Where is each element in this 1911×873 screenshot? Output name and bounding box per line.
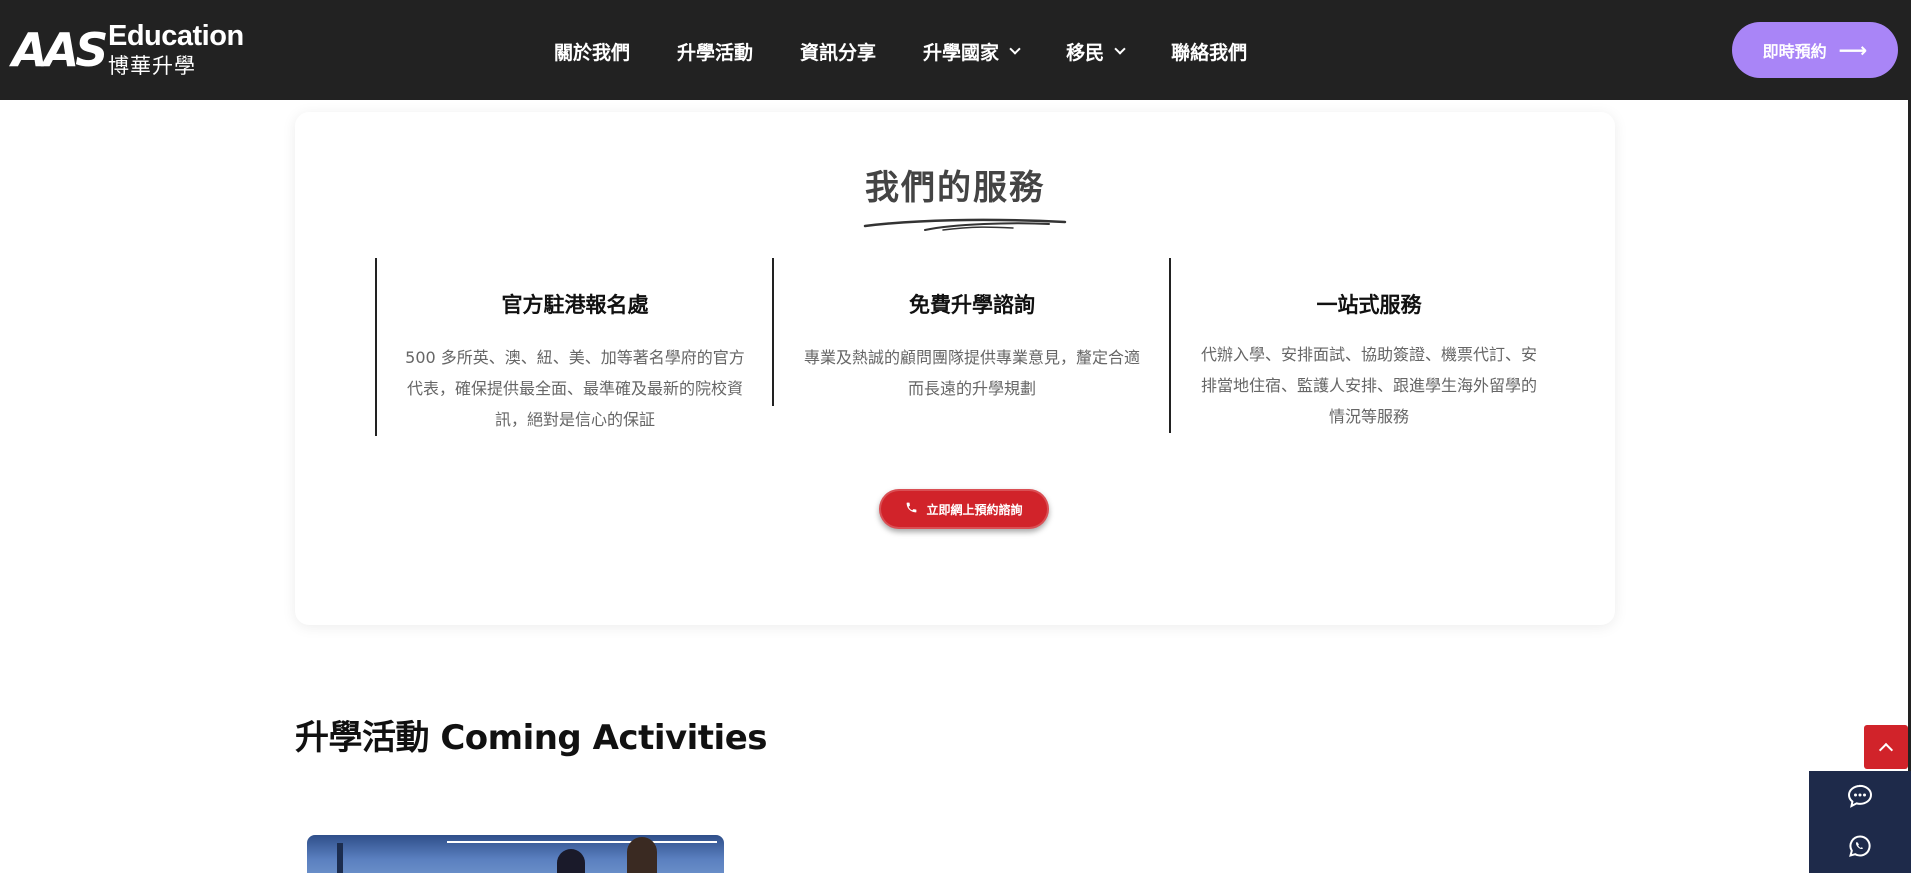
book-consultation-button[interactable]: 立即網上預約諮詢 bbox=[879, 489, 1049, 529]
arrow-right-icon: ⟶ bbox=[1838, 38, 1868, 62]
whatsapp-icon bbox=[1849, 835, 1871, 857]
service-text: 專業及熱誠的顧問團隊提供專業意見，釐定合適 而長遠的升學規劃 bbox=[792, 342, 1152, 404]
nav-item-activities[interactable]: 升學活動 bbox=[677, 38, 753, 65]
service-text-line: 代表，確保提供最全面、最準確及最新的院校資 bbox=[406, 379, 743, 398]
chat-bubble-icon bbox=[1847, 784, 1873, 808]
logo-brand: Education bbox=[108, 20, 244, 52]
service-title: 免費升學諮詢 bbox=[909, 293, 1035, 317]
main-nav: 關於我們 升學活動 資訊分享 升學國家 移民 聯絡我們 bbox=[554, 36, 1294, 66]
service-title: 官方駐港報名處 bbox=[501, 293, 649, 317]
chevron-up-icon bbox=[1878, 742, 1894, 757]
nav-item-info[interactable]: 資訊分享 bbox=[800, 38, 876, 65]
nav-item-contact[interactable]: 聯絡我們 bbox=[1171, 38, 1247, 65]
nav-item-label: 關於我們 bbox=[554, 41, 631, 64]
nav-item-about[interactable]: 關於我們 bbox=[554, 38, 630, 65]
column-divider bbox=[375, 258, 377, 436]
column-divider bbox=[1169, 258, 1171, 433]
book-consultation-label: 立即網上預約諮詢 bbox=[926, 502, 1023, 517]
service-text: 500 多所英、澳、紐、美、加等著名學府的官方 代表，確保提供最全面、最準確及最… bbox=[395, 342, 755, 435]
book-now-label: 即時預約 bbox=[1762, 42, 1827, 61]
service-title: 一站式服務 bbox=[1316, 293, 1422, 317]
image-tower-shape bbox=[337, 843, 343, 873]
scroll-to-top-button[interactable] bbox=[1864, 725, 1908, 769]
site-logo[interactable]: AAS Education 博華升學 bbox=[12, 20, 244, 80]
title-underline-swash bbox=[863, 218, 1067, 231]
service-text-line: 而長遠的升學規劃 bbox=[907, 379, 1036, 398]
services-title: 我們的服務 bbox=[865, 168, 1045, 208]
logo-brand-zh: 博華升學 bbox=[108, 54, 196, 78]
activities-heading: 升學活動 Coming Activities bbox=[295, 718, 768, 758]
image-person-shape bbox=[627, 837, 657, 873]
book-now-button[interactable]: 即時預約 ⟶ bbox=[1732, 22, 1898, 78]
image-person-shape bbox=[557, 849, 585, 873]
service-text-line: 訊，絕對是信心的保証 bbox=[494, 410, 655, 429]
service-text-line: 排當地住宿、監護人安排、跟進學生海外留學的 bbox=[1200, 376, 1537, 395]
chevron-down-icon bbox=[1009, 42, 1021, 55]
nav-item-immigration[interactable]: 移民 bbox=[1066, 38, 1126, 65]
nav-item-label: 升學國家 bbox=[923, 41, 1000, 64]
contact-widget-panel bbox=[1809, 771, 1911, 873]
nav-item-label: 聯絡我們 bbox=[1171, 41, 1248, 64]
column-divider bbox=[772, 258, 774, 406]
phone-icon bbox=[905, 501, 918, 518]
nav-item-countries[interactable]: 升學國家 bbox=[923, 38, 1021, 65]
chat-button[interactable] bbox=[1809, 771, 1911, 821]
service-text-line: 500 多所英、澳、紐、美、加等著名學府的官方 bbox=[405, 348, 745, 367]
service-text: 代辦入學、安排面試、協助簽證、機票代訂、安 排當地住宿、監護人安排、跟進學生海外… bbox=[1189, 339, 1549, 432]
whatsapp-button[interactable] bbox=[1809, 821, 1911, 871]
service-text-line: 情況等服務 bbox=[1328, 407, 1409, 426]
site-header: AAS Education 博華升學 關於我們 升學活動 資訊分享 升學國家 移… bbox=[0, 0, 1911, 100]
activity-card-image[interactable] bbox=[307, 835, 724, 873]
nav-item-label: 升學活動 bbox=[677, 41, 754, 64]
nav-item-label: 資訊分享 bbox=[800, 41, 877, 64]
service-text-line: 代辦入學、安排面試、協助簽證、機票代訂、安 bbox=[1200, 345, 1537, 364]
nav-item-label: 移民 bbox=[1066, 41, 1105, 64]
chevron-down-icon bbox=[1114, 42, 1126, 55]
service-text-line: 專業及熱誠的顧問團隊提供專業意見，釐定合適 bbox=[803, 348, 1140, 367]
logo-mark: AAS bbox=[12, 23, 108, 77]
services-card: 我們的服務 官方駐港報名處 500 多所英、澳、紐、美、加等著名學府的官方 代表… bbox=[295, 112, 1615, 625]
